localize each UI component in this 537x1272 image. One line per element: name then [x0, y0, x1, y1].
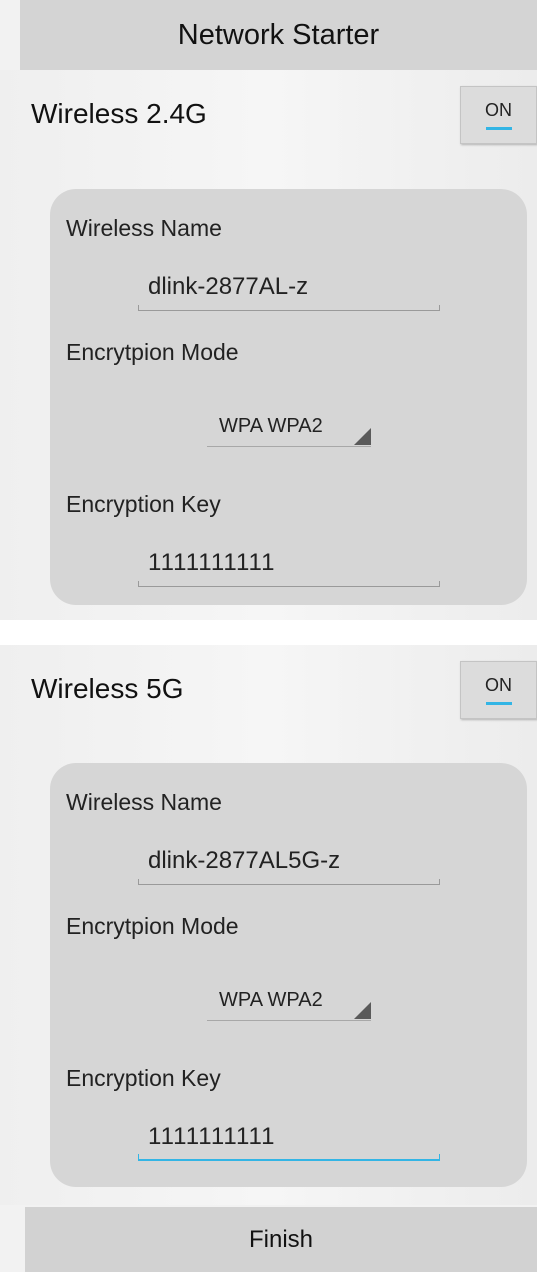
finish-button[interactable]: Finish	[25, 1207, 537, 1272]
wireless-name-label: Wireless Name	[66, 215, 222, 241]
section-divider	[0, 620, 537, 645]
wireless-24g-toggle[interactable]: ON	[460, 86, 537, 144]
finish-button-label: Finish	[248, 1225, 314, 1253]
toggle-on-indicator	[485, 127, 512, 130]
wireless-24g-key-field[interactable]: 1111111111	[138, 543, 440, 587]
wireless-24g-settings-card: Wireless Name dlink-2877AL-z Encrytpion …	[50, 189, 527, 605]
wireless-5g-encryption-mode-value: WPA WPA2	[219, 989, 323, 1011]
wireless-name-label: Wireless Name	[66, 789, 222, 815]
wireless-24g-toggle-label: ON	[485, 100, 512, 120]
wireless-24g-name-field[interactable]: dlink-2877AL-z	[138, 267, 440, 311]
dropdown-triangle-icon	[354, 1002, 371, 1019]
wireless-5g-key-field[interactable]: 1111111111	[138, 1117, 440, 1161]
wireless-5g-name-field[interactable]: dlink-2877AL5G-z	[138, 841, 440, 885]
encryption-mode-label: Encrytpion Mode	[66, 339, 239, 365]
wireless-24g-encryption-mode-value: WPA WPA2	[219, 415, 323, 437]
wireless-5g-name-value: dlink-2877AL5G-z	[148, 847, 341, 874]
wireless-24g-section: Wireless 2.4G ON Wireless Name dlink-287…	[0, 70, 537, 620]
toggle-on-indicator	[485, 702, 512, 705]
wireless-24g-name-value: dlink-2877AL-z	[148, 273, 309, 300]
wireless-24g-key-value: 1111111111	[148, 549, 276, 576]
page-title-bar: Network Starter	[20, 0, 537, 70]
wireless-24g-encryption-mode-select[interactable]: WPA WPA2	[207, 407, 371, 447]
wireless-5g-encryption-mode-select[interactable]: WPA WPA2	[207, 981, 371, 1021]
wireless-5g-toggle[interactable]: ON	[460, 661, 537, 719]
page-title: Network Starter	[177, 18, 380, 51]
wireless-5g-toggle-label: ON	[485, 675, 512, 695]
encryption-key-label: Encryption Key	[66, 491, 221, 517]
dropdown-triangle-icon	[354, 428, 371, 445]
encryption-key-label: Encryption Key	[66, 1065, 221, 1091]
network-starter-screen: Network Starter Wireless 2.4G ON Wireles…	[0, 0, 537, 1272]
wireless-24g-title: Wireless 2.4G	[31, 98, 207, 129]
encryption-mode-label: Encrytpion Mode	[66, 913, 239, 939]
wireless-5g-key-value: 1111111111	[148, 1123, 276, 1150]
wireless-5g-section: Wireless 5G ON Wireless Name dlink-2877A…	[0, 645, 537, 1205]
wireless-5g-settings-card: Wireless Name dlink-2877AL5G-z Encrytpio…	[50, 763, 527, 1187]
wireless-5g-title: Wireless 5G	[31, 673, 184, 704]
